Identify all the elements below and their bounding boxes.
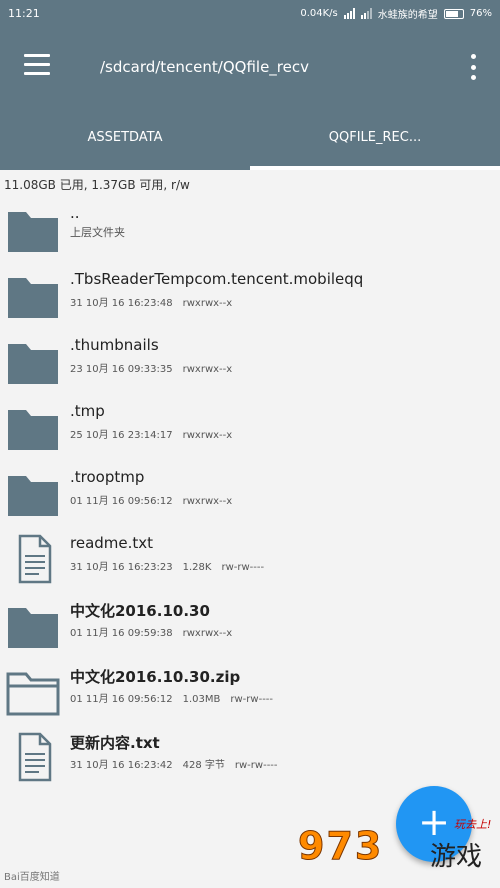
tab-assetdata[interactable]: ASSETDATA xyxy=(0,108,250,170)
folder-icon xyxy=(8,344,58,384)
status-right: 0.04K/s 水蛙族的希望 76% xyxy=(300,6,492,21)
signal-icon xyxy=(343,8,355,19)
file-meta: 31 10月 16 16:23:42 428 字节 rw-rw---- xyxy=(70,756,288,771)
file-date: 01 11月 16 09:59:38 xyxy=(70,628,173,639)
file-meta: 01 11月 16 09:59:38 rwxrwx--x xyxy=(70,624,242,639)
list-item[interactable]: .thumbnails 23 10月 16 09:33:35 rwxrwx--x xyxy=(0,328,500,394)
tab-qqfile-recv[interactable]: QQFILE_REC... xyxy=(250,108,500,170)
active-tab-indicator xyxy=(250,166,500,170)
file-permissions: rwxrwx--x xyxy=(182,430,233,441)
file-meta: 23 10月 16 09:33:35 rwxrwx--x xyxy=(70,360,242,375)
list-item[interactable]: 中文化2016.10.30.zip 01 11月 16 09:56:12 1.03… xyxy=(0,658,500,724)
file-list: .. 上层文件夹 .TbsReaderTempcom.tencent.mobil… xyxy=(0,196,500,790)
battery-percent: 76% xyxy=(469,8,492,19)
watermark-tag: 玩去上! xyxy=(454,818,492,831)
file-permissions: rwxrwx--x xyxy=(182,364,233,375)
list-item[interactable]: .trooptmp 01 11月 16 09:56:12 rwxrwx--x xyxy=(0,460,500,526)
file-meta: 31 10月 16 16:23:23 1.28K rw-rw---- xyxy=(70,558,274,573)
file-name: .thumbnails xyxy=(70,336,159,354)
file-name: .. xyxy=(70,204,80,222)
carrier-name: 水蛙族的希望 xyxy=(377,10,438,21)
list-item[interactable]: .tmp 25 10月 16 23:14:17 rwxrwx--x xyxy=(0,394,500,460)
site-watermark: 玩去上! 973 游戏 xyxy=(297,818,498,884)
folder-icon xyxy=(8,410,58,450)
file-meta: 01 11月 16 09:56:12 rwxrwx--x xyxy=(70,492,242,507)
file-name: .TbsReaderTempcom.tencent.mobileqq xyxy=(70,270,364,288)
file-date: 31 10月 16 16:23:42 xyxy=(70,760,173,771)
file-date: 31 10月 16 16:23:48 xyxy=(70,298,173,309)
file-permissions: rwxrwx--x xyxy=(182,496,233,507)
file-permissions: rw-rw---- xyxy=(221,562,265,573)
more-vert-icon[interactable] xyxy=(468,54,478,80)
file-date: 25 10月 16 23:14:17 xyxy=(70,430,173,441)
file-name: 中文化2016.10.30.zip xyxy=(70,668,241,686)
list-item[interactable]: 中文化2016.10.30 01 11月 16 09:59:38 rwxrwx--… xyxy=(0,592,500,658)
file-date: 01 11月 16 09:56:12 xyxy=(70,694,173,705)
archive-folder-icon xyxy=(6,672,60,716)
battery-icon xyxy=(443,8,464,19)
file-size: 428 字节 xyxy=(182,760,225,771)
list-item[interactable]: readme.txt 31 10月 16 16:23:23 1.28K rw-rw-… xyxy=(0,526,500,592)
file-permissions: rw-rw---- xyxy=(234,760,278,771)
folder-icon xyxy=(8,212,58,252)
signal-icon-2 xyxy=(360,8,372,19)
file-meta: 31 10月 16 16:23:48 rwxrwx--x xyxy=(70,294,242,309)
file-meta: 25 10月 16 23:14:17 rwxrwx--x xyxy=(70,426,242,441)
baidu-watermark: Bai百度知道 xyxy=(4,872,60,883)
status-time: 11:21 xyxy=(8,7,40,20)
file-meta: 01 11月 16 09:56:12 1.03MB rw-rw---- xyxy=(70,690,283,705)
app-bar: /sdcard/tencent/QQfile_recv xyxy=(0,28,500,108)
list-item-parent[interactable]: .. 上层文件夹 xyxy=(0,196,500,262)
file-permissions: rwxrwx--x xyxy=(182,298,233,309)
folder-icon xyxy=(8,608,58,648)
storage-info: 11.08GB 已用, 1.37GB 可用, r/w xyxy=(4,178,190,192)
net-speed: 0.04K/s xyxy=(300,8,338,19)
file-permissions: rwxrwx--x xyxy=(182,628,233,639)
tab-bar: ASSETDATA QQFILE_REC... xyxy=(0,108,500,170)
file-date: 23 10月 16 09:33:35 xyxy=(70,364,173,375)
hamburger-menu-icon[interactable] xyxy=(24,54,52,80)
list-item[interactable]: .TbsReaderTempcom.tencent.mobileqq 31 10… xyxy=(0,262,500,328)
file-size: 1.03MB xyxy=(182,694,221,705)
folder-icon xyxy=(8,476,58,516)
file-date: 01 11月 16 09:56:12 xyxy=(70,496,173,507)
folder-icon xyxy=(8,278,58,318)
file-name: .trooptmp xyxy=(70,468,145,486)
current-path: /sdcard/tencent/QQfile_recv xyxy=(100,58,309,76)
file-name: 中文化2016.10.30 xyxy=(70,602,210,620)
watermark-number: 973 xyxy=(297,824,384,869)
file-name: 更新内容.txt xyxy=(70,734,160,752)
watermark-game: 游戏 xyxy=(430,842,483,872)
file-size: 1.28K xyxy=(182,562,212,573)
list-item[interactable]: 更新内容.txt 31 10月 16 16:23:42 428 字节 rw-rw--… xyxy=(0,724,500,790)
file-name: .tmp xyxy=(70,402,105,420)
file-name: readme.txt xyxy=(70,534,154,552)
file-subtitle: 上层文件夹 xyxy=(70,226,125,239)
status-bar: 11:21 0.04K/s 水蛙族的希望 76% xyxy=(0,0,500,28)
file-permissions: rw-rw---- xyxy=(230,694,274,705)
text-file-icon xyxy=(18,534,52,584)
text-file-icon xyxy=(18,732,52,782)
file-date: 31 10月 16 16:23:23 xyxy=(70,562,173,573)
